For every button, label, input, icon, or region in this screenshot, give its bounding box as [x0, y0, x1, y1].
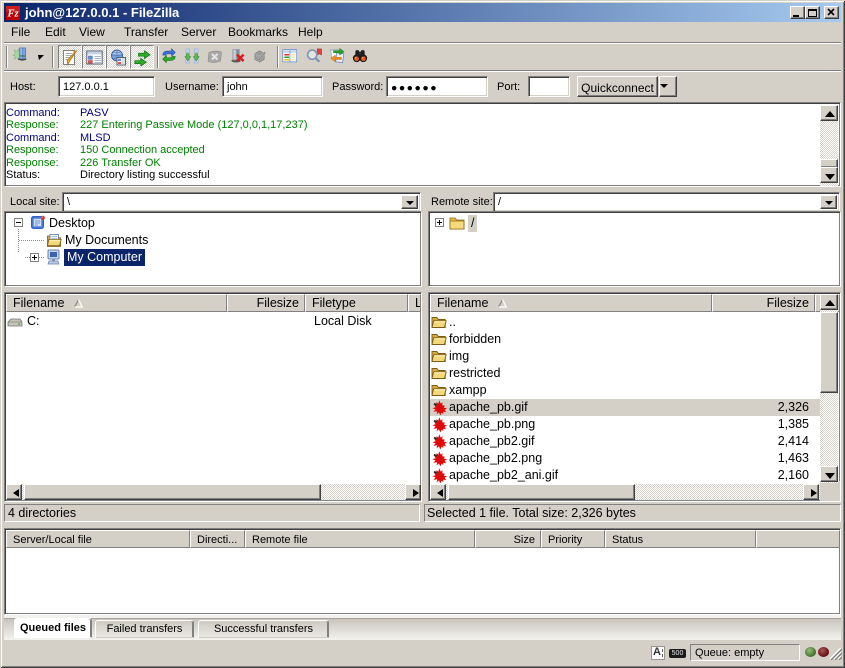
svg-text:Fz: Fz: [7, 9, 20, 20]
